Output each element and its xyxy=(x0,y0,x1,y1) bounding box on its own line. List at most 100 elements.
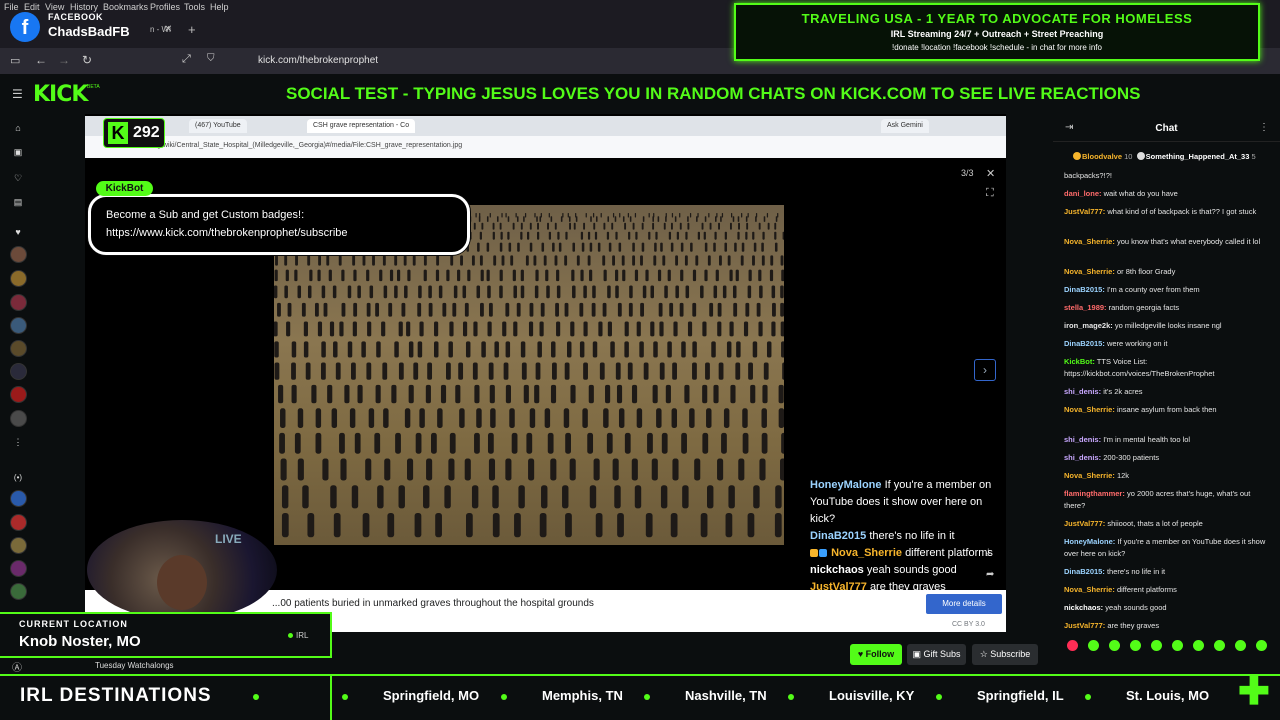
avatar[interactable] xyxy=(10,514,27,531)
chat-username[interactable]: DinaB2015: xyxy=(1064,285,1105,294)
top-user-name[interactable]: Something_Happened_At_33 xyxy=(1146,152,1250,161)
grave-marker xyxy=(476,285,481,299)
grave-marker xyxy=(668,231,672,240)
hamburger-menu-icon[interactable]: ☰ xyxy=(12,87,23,101)
grave-marker xyxy=(745,216,748,222)
emote-icon[interactable] xyxy=(1193,640,1204,651)
grave-marker xyxy=(602,302,607,317)
avatar[interactable] xyxy=(10,294,27,311)
menu-help[interactable]: Help xyxy=(210,2,229,12)
grave-marker xyxy=(636,408,643,428)
emote-icon[interactable] xyxy=(1214,640,1225,651)
ask-gemini-button[interactable]: Ask Gemini xyxy=(881,119,929,133)
emote-icon[interactable] xyxy=(1088,640,1099,651)
chat-username[interactable]: JustVal777: xyxy=(1064,519,1105,528)
gift-subs-button[interactable]: ▣ Gift Subs xyxy=(907,644,966,665)
grave-marker xyxy=(357,285,361,299)
chat-username[interactable]: shi_denis: xyxy=(1064,453,1101,462)
avatar[interactable] xyxy=(10,560,27,577)
avatar[interactable] xyxy=(10,490,27,507)
avatar[interactable] xyxy=(10,386,27,403)
a-icon: Ⓐ xyxy=(12,663,22,674)
chat-username[interactable]: stella_1989: xyxy=(1064,303,1107,312)
top-user-name[interactable]: Bloodvalve xyxy=(1082,152,1122,161)
home-icon[interactable]: ⌂ xyxy=(12,122,24,134)
banner-line-1: TRAVELING USA - 1 YEAR TO ADVOCATE FOR H… xyxy=(801,11,1193,26)
chat-username[interactable]: flamingthammer: xyxy=(1064,489,1125,498)
kick-logo[interactable]: KICK xyxy=(33,82,88,107)
chat-username[interactable]: iron_mage2k: xyxy=(1064,321,1113,330)
more-details-button[interactable]: More details xyxy=(926,594,1002,614)
follow-button[interactable]: ♥ Follow xyxy=(850,644,902,665)
emote-icon[interactable] xyxy=(1130,640,1141,651)
inner-tab-youtube[interactable]: (467) YouTube xyxy=(189,119,247,133)
chat-username[interactable]: DinaB2015: xyxy=(1064,339,1105,348)
kickbot-tag: KickBot xyxy=(96,181,153,196)
forward-icon[interactable]: → xyxy=(58,53,70,67)
more-icon[interactable]: ⋮ xyxy=(12,436,24,448)
grave-marker xyxy=(513,285,517,299)
chat-username[interactable]: shi_denis: xyxy=(1064,387,1101,396)
close-viewer-icon[interactable]: ✕ xyxy=(986,167,995,180)
avatar[interactable] xyxy=(10,340,27,357)
reload-icon[interactable]: ↻ xyxy=(82,53,92,67)
emote-icon[interactable] xyxy=(1151,640,1162,651)
avatar[interactable] xyxy=(10,537,27,554)
grave-marker xyxy=(704,216,707,222)
avatar[interactable] xyxy=(10,317,27,334)
grave-marker xyxy=(570,321,575,337)
chat-username[interactable]: KickBot: xyxy=(1064,357,1095,366)
shield-icon[interactable]: ⛉ xyxy=(207,53,215,64)
avatar[interactable] xyxy=(10,363,27,380)
back-icon[interactable]: ← xyxy=(35,53,47,67)
chat-username[interactable]: shi_denis: xyxy=(1064,435,1101,444)
chat-username[interactable]: Nova_Sherrie: xyxy=(1064,471,1115,480)
avatar[interactable] xyxy=(10,410,27,427)
clips-icon[interactable]: ▤ xyxy=(12,196,24,208)
chat-username[interactable]: DinaB2015: xyxy=(1064,567,1105,576)
live-dot-icon xyxy=(288,633,293,638)
emote-icon[interactable] xyxy=(1256,640,1267,651)
emote-icon[interactable] xyxy=(1172,640,1183,651)
chat-username[interactable]: JustVal777: xyxy=(1064,207,1105,216)
chat-message: shi_denis: I'm in mental health too lol xyxy=(1064,434,1272,446)
url-text[interactable]: kick.com/thebrokenprophet xyxy=(258,55,378,66)
avatar[interactable] xyxy=(10,583,27,600)
expand-icon[interactable]: ⤢ xyxy=(182,53,191,66)
sidebar-toggle-icon[interactable]: ▭ xyxy=(10,54,20,67)
chat-username[interactable]: Nova_Sherrie: xyxy=(1064,405,1115,414)
inner-tab-wikipedia[interactable]: CSH grave representation - Co xyxy=(307,119,416,133)
emote-icon[interactable] xyxy=(1109,640,1120,651)
avatar[interactable] xyxy=(10,270,27,287)
following-heart-icon[interactable]: ♥ xyxy=(12,226,24,238)
kickbot-alert: Become a Sub and get Custom badges!: htt… xyxy=(88,194,470,255)
chat-username[interactable]: Nova_Sherrie: xyxy=(1064,237,1115,246)
chat-message: shi_denis: 200-300 patients xyxy=(1064,452,1272,464)
fullscreen-icon[interactable]: ⛶ xyxy=(986,187,994,200)
chat-username[interactable]: JustVal777: xyxy=(1064,621,1105,630)
chat-username[interactable]: Nova_Sherrie: xyxy=(1064,267,1115,276)
grave-marker xyxy=(311,384,317,404)
chat-username[interactable]: nickchaos: xyxy=(1064,603,1103,612)
emote-icon[interactable] xyxy=(1067,640,1078,651)
recommended-icon[interactable]: (•) xyxy=(12,472,24,484)
new-tab-icon[interactable]: + xyxy=(188,22,196,37)
facebook-icon: f xyxy=(10,12,40,42)
emote-icon[interactable] xyxy=(1235,640,1246,651)
menu-tools[interactable]: Tools xyxy=(184,2,205,12)
avatar[interactable] xyxy=(10,246,27,263)
grave-marker xyxy=(567,213,569,218)
grave-marker xyxy=(704,269,708,282)
chat-username[interactable]: dani_lone: xyxy=(1064,189,1102,198)
inner-url-text[interactable]: ...org/wiki/Central_State_Hospital_(Mill… xyxy=(145,142,462,149)
next-image-button[interactable]: › xyxy=(974,359,996,381)
grave-marker xyxy=(669,302,674,317)
grave-marker xyxy=(692,269,697,282)
subscribe-button[interactable]: ☆ Subscribe xyxy=(972,644,1038,665)
chat-username[interactable]: HoneyMalone: xyxy=(1064,537,1115,546)
browse-icon[interactable]: ▣ xyxy=(12,146,24,158)
following-icon[interactable]: ♡ xyxy=(12,172,24,184)
chat-username[interactable]: Nova_Sherrie: xyxy=(1064,585,1115,594)
grave-marker xyxy=(652,216,654,222)
chat-settings-icon[interactable]: ⋮ xyxy=(1259,122,1269,133)
